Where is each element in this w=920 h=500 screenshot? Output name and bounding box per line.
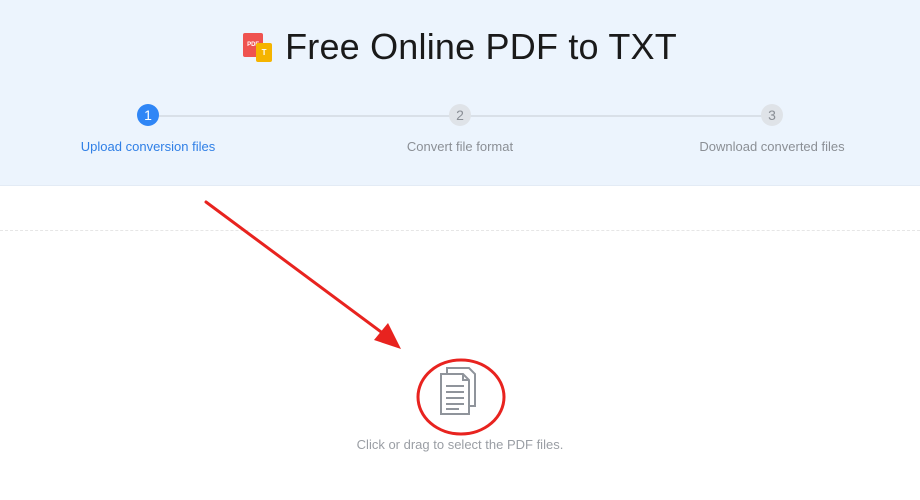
annotation-arrow-line	[204, 200, 394, 342]
step-number-badge: 3	[761, 104, 783, 126]
step-download: 3 Download converted files	[652, 104, 892, 154]
page-title: Free Online PDF to TXT	[285, 26, 677, 67]
step-number-badge: 2	[449, 104, 471, 126]
step-label: Download converted files	[699, 139, 845, 154]
page: PDF T Free Online PDF to TXT 1 Upload co…	[0, 0, 920, 500]
logo-txt-sheet: T	[256, 43, 273, 62]
title-row: PDF T Free Online PDF to TXT	[0, 26, 920, 68]
file-upload-dropzone[interactable]: Click or drag to select the PDF files.	[300, 350, 620, 460]
documents-icon[interactable]	[437, 366, 483, 416]
step-label: Upload conversion files	[80, 139, 216, 154]
annotation-arrow-head	[374, 323, 401, 349]
progress-steps: 1 Upload conversion files 2 Convert file…	[0, 104, 920, 164]
pdf-to-txt-logo-icon: PDF T	[243, 31, 275, 63]
step-convert: 2 Convert file format	[340, 104, 580, 154]
step-label: Convert file format	[406, 139, 514, 154]
step-upload: 1 Upload conversion files	[28, 104, 268, 154]
step-number-badge: 1	[137, 104, 159, 126]
hero-banner: PDF T Free Online PDF to TXT 1 Upload co…	[0, 0, 920, 186]
dashed-separator	[0, 230, 920, 231]
upload-hint-text[interactable]: Click or drag to select the PDF files.	[300, 437, 620, 452]
